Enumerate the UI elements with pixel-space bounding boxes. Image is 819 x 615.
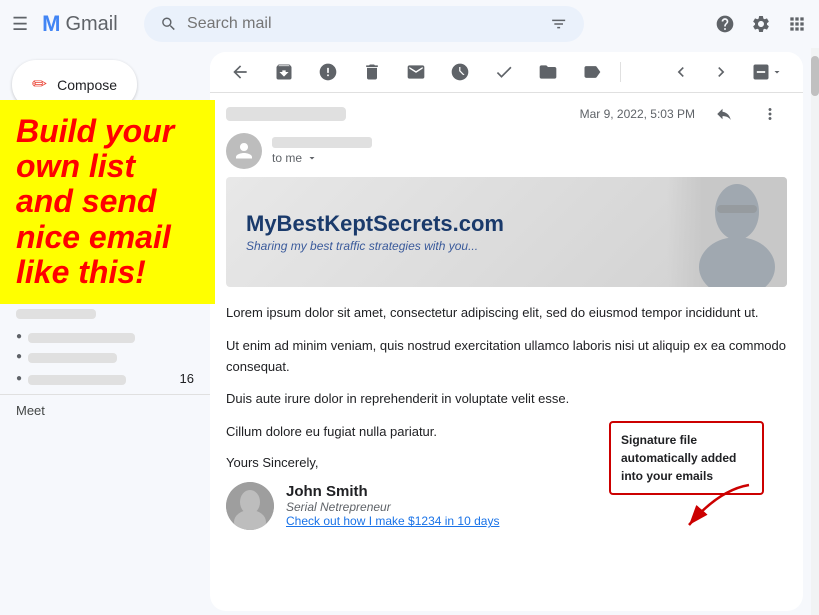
sig-link[interactable]: Check out how I make $1234 in 10 days [286,514,499,528]
toolbar-separator [620,62,621,82]
banner-person [667,177,787,287]
email-subject-placeholder [226,107,346,121]
sender-avatar [226,133,262,169]
toolbar-right [663,58,791,86]
gmail-logo: M Gmail [42,11,118,37]
sig-name: John Smith [286,483,499,500]
prev-icon [671,62,691,82]
gmail-m-icon: M [42,11,60,37]
move-icon [538,62,558,82]
scrollbar-thumb[interactable] [811,56,819,96]
sender-row: to me [210,131,803,177]
bottom-count: 16 [180,371,194,386]
next-icon [711,62,731,82]
email-header-row: Mar 9, 2022, 5:03 PM [210,93,803,131]
compose-label: Compose [57,77,117,93]
person-silhouette [687,177,787,287]
overlay-text: Build your own list and send nice email … [16,114,199,290]
sidebar-dot-items: ● [0,327,210,347]
sender-to-label: to me [272,151,372,165]
help-icon[interactable] [715,14,735,34]
dot-bar2 [28,353,117,363]
more-button[interactable] [743,58,791,86]
sig-title: Serial Netrepreneur [286,500,499,514]
check-icon [494,62,514,82]
meet-label: Meet [16,403,45,418]
settings-icon[interactable] [751,14,771,34]
delete-icon [362,62,382,82]
more-email-button[interactable] [753,101,787,127]
banner-text-block: MyBestKeptSecrets.com Sharing my best tr… [226,195,524,269]
annotation-text: Signature file automatically added into … [621,433,736,483]
sig-avatar [226,482,274,530]
more-icon [751,62,771,82]
sender-info: to me [272,137,372,165]
to-dropdown-icon[interactable] [306,152,318,164]
back-button[interactable] [222,58,258,86]
dot3: ● [16,373,22,384]
meet-section: Meet [0,394,210,426]
search-input[interactable] [187,15,540,33]
person-icon [234,141,254,161]
email-date: Mar 9, 2022, 5:03 PM [580,107,695,121]
search-icon [160,14,177,34]
email-para-2: Ut enim ad minim veniam, quis nostrud ex… [226,336,787,378]
email-body: MyBestKeptSecrets.com Sharing my best tr… [210,177,803,611]
scrollbar-track[interactable] [811,48,819,615]
filter-icon[interactable] [550,14,567,34]
more-email-icon [761,105,779,123]
mail-icon [406,62,426,82]
dot-bar3 [28,375,126,385]
banner-subtitle: Sharing my best traffic strategies with … [246,239,504,253]
email-toolbar [210,52,803,93]
sidebar-dot-items-2: ● [0,347,210,367]
back-icon [230,62,250,82]
apps-icon[interactable] [787,14,807,34]
dot2: ● [16,351,22,363]
dot1: ● [16,331,22,343]
sender-name-placeholder [272,137,372,148]
delete-button[interactable] [354,58,390,86]
hamburger-icon[interactable]: ☰ [12,14,28,35]
topbar-right [715,14,807,34]
sig-person-icon [226,482,274,530]
reply-button[interactable] [707,101,741,127]
mail-button[interactable] [398,58,434,86]
topbar: ☰ M Gmail [0,0,819,48]
overlay-callout: Build your own list and send nice email … [0,100,215,304]
email-para-1: Lorem ipsum dolor sit amet, consectetur … [226,303,787,324]
label-button[interactable] [574,58,610,86]
reply-icon [715,105,733,123]
report-icon [318,62,338,82]
snooze-icon [450,62,470,82]
sidebar-dot-items-3: ● 16 [0,367,210,390]
archive-button[interactable] [266,58,302,86]
report-button[interactable] [310,58,346,86]
archive-icon [274,62,294,82]
email-banner: MyBestKeptSecrets.com Sharing my best tr… [226,177,787,287]
search-bar[interactable] [144,6,584,42]
email-header-actions: Mar 9, 2022, 5:03 PM [580,101,787,127]
compose-pencil-icon: ✏ [32,74,47,95]
annotation-arrow [669,480,759,530]
sig-info: John Smith Serial Netrepreneur Check out… [286,483,499,528]
banner-title: MyBestKeptSecrets.com [246,211,504,237]
gmail-text-label: Gmail [65,13,117,36]
label-icon [582,62,602,82]
prev-email-button[interactable] [663,58,699,86]
dot-bar1 [28,333,135,343]
snooze-button[interactable] [442,58,478,86]
next-email-button[interactable] [703,58,739,86]
dropdown-icon [771,66,783,78]
check-button[interactable] [486,58,522,86]
email-para-3: Duis aute irure dolor in reprehenderit i… [226,389,787,410]
move-button[interactable] [530,58,566,86]
sidebar-placeholder-3 [16,309,96,319]
